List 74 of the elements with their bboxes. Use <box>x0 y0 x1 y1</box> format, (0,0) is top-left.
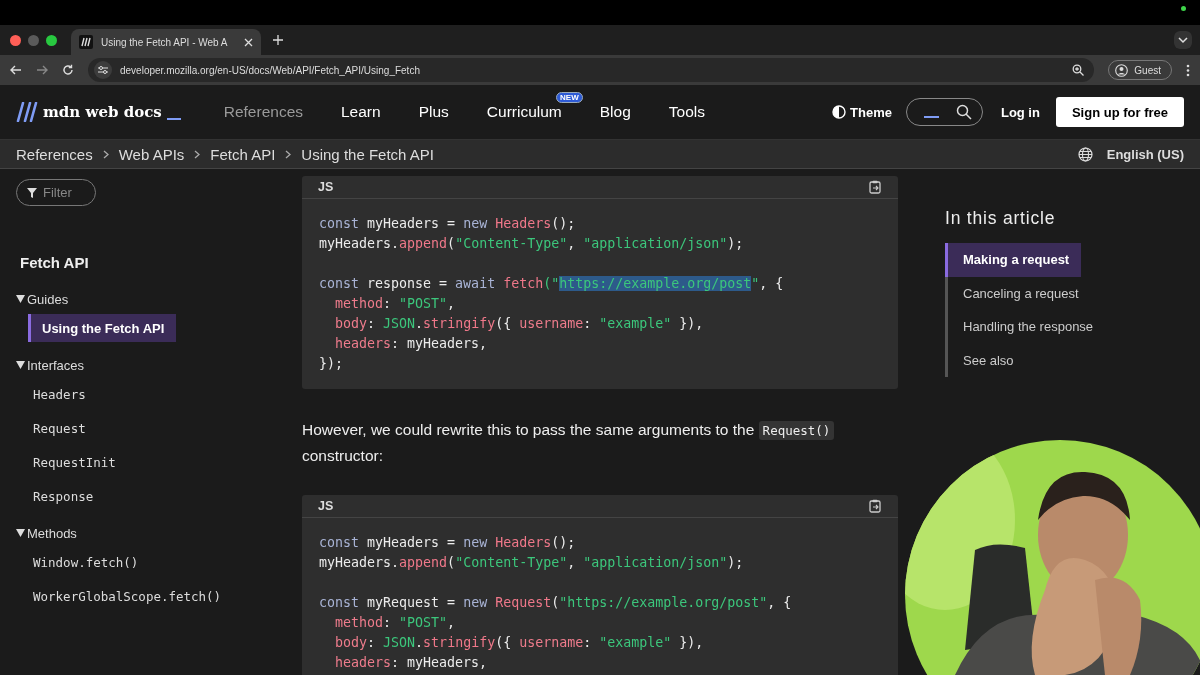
toc-link[interactable]: Handling the response <box>945 310 1109 344</box>
breadcrumb-link[interactable]: Using the Fetch API <box>301 145 434 163</box>
recording-dot-icon <box>1181 6 1186 11</box>
code-line: myHeaders.append("Content-Type", "application/json"); <box>319 235 744 253</box>
sidebar-link[interactable]: WorkerGlobalScope.fetch() <box>16 579 222 613</box>
code-line: method: "POST", <box>334 614 456 632</box>
nav-link[interactable]: Blog <box>599 103 631 120</box>
nav-link[interactable]: References <box>223 103 303 120</box>
toc-link[interactable]: Making a request <box>945 243 1082 277</box>
back-icon[interactable] <box>10 64 22 76</box>
copy-icon[interactable] <box>868 180 882 194</box>
close-window-button[interactable] <box>10 34 21 46</box>
reload-icon[interactable] <box>62 64 74 76</box>
sidebar-link[interactable]: Request <box>16 411 86 445</box>
minimize-window-button[interactable] <box>28 34 39 46</box>
language-label: JS <box>318 499 334 513</box>
nav-link[interactable]: Curriculum <box>486 103 562 120</box>
more-menu-icon[interactable] <box>1186 63 1190 77</box>
signup-button[interactable]: Sign up for free <box>1055 97 1184 127</box>
browser-tab[interactable]: Using the Fetch API - Web A <box>71 29 261 55</box>
code-line: const myRequest = new Request("https://example.org/post", { <box>319 594 792 612</box>
logo-mark-icon <box>16 102 38 122</box>
sidebar-link[interactable]: RequestInit <box>16 445 116 479</box>
search-icon[interactable] <box>955 104 972 120</box>
site-settings-icon[interactable] <box>94 61 112 79</box>
code-line: method: "POST", <box>334 295 456 313</box>
code-line: const response = await fetch("https://example.org/post", { <box>319 275 784 293</box>
nav-link[interactable]: Plus <box>418 103 449 120</box>
login-link[interactable]: Log in <box>1000 104 1040 120</box>
nav-link[interactable]: Tools <box>668 103 705 120</box>
section-toggle[interactable]: Methods <box>16 523 302 543</box>
section-toggle[interactable]: Interfaces <box>16 355 302 375</box>
nav-link[interactable]: Learn <box>341 103 381 120</box>
maximize-window-button[interactable] <box>46 34 57 46</box>
filter-icon <box>27 187 37 198</box>
sidebar-heading: Fetch API <box>20 254 90 271</box>
code-line: body: JSON.stringify({ username: "example" }), <box>334 634 704 652</box>
breadcrumb-link[interactable]: Web APIs <box>118 145 185 163</box>
new-tab-icon[interactable] <box>273 35 283 45</box>
chevron-right-icon <box>285 149 292 159</box>
code-line: }); <box>319 355 344 373</box>
code-line: myHeaders.append("Content-Type", "application/json"); <box>319 554 744 572</box>
breadcrumb-link[interactable]: References <box>16 145 93 163</box>
sidebar-link[interactable]: Headers <box>16 377 86 411</box>
zoom-in-icon[interactable] <box>1072 64 1085 76</box>
language-button[interactable]: English (US) <box>1067 146 1184 162</box>
code-line: headers: myHeaders, <box>334 335 488 353</box>
logo[interactable]: mdn web docs <box>16 102 181 122</box>
sidebar-link[interactable]: Response <box>16 479 94 513</box>
theme-button[interactable]: Theme <box>832 104 892 120</box>
tab-list-chevron-icon[interactable] <box>1174 31 1192 49</box>
sidebar-link[interactable]: Using the Fetch API <box>28 314 177 342</box>
sidebar-link[interactable]: Window.fetch() <box>16 545 139 579</box>
language-label: JS <box>318 180 334 194</box>
forward-icon[interactable] <box>36 64 48 76</box>
code-line: const myHeaders = new Headers(); <box>319 534 576 552</box>
profile-icon <box>1115 63 1129 77</box>
toc-link[interactable]: See also <box>945 343 1029 377</box>
code-line: const myHeaders = new Headers(); <box>319 215 576 233</box>
contrast-icon <box>832 105 847 119</box>
copy-icon[interactable] <box>868 499 882 513</box>
chevron-right-icon <box>194 149 201 159</box>
toc-heading: In this article <box>945 208 1057 229</box>
chevron-right-icon <box>102 149 109 159</box>
close-tab-icon[interactable] <box>244 37 253 47</box>
new-badge: NEW <box>556 92 583 103</box>
breadcrumb-link[interactable]: Fetch API <box>210 145 276 163</box>
code-line: body: JSON.stringify({ username: "example" }), <box>334 315 704 333</box>
globe-icon <box>1077 146 1093 162</box>
toc-link[interactable]: Canceling a request <box>945 276 1094 310</box>
site-favicon-icon <box>79 35 93 49</box>
code-line: headers: myHeaders, <box>334 654 488 672</box>
paragraph: However, we could rewrite this to pass the same arguments to the Request() constructor: <box>302 417 898 468</box>
section-toggle[interactable]: Guides <box>16 289 302 309</box>
